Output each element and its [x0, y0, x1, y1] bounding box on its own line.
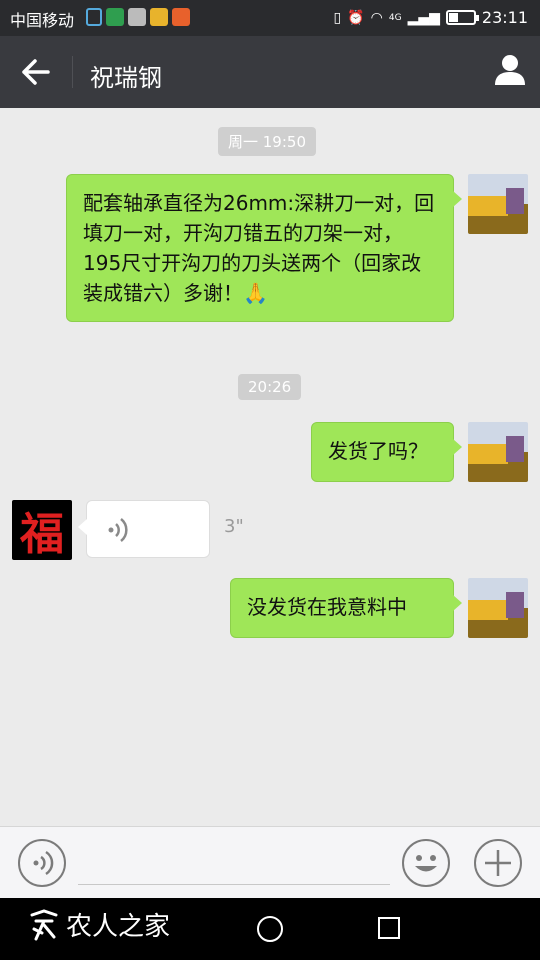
header-divider [72, 56, 73, 88]
message-text: 没发货在我意料中 [247, 595, 407, 619]
status-right: ▯ ⏰ ◠ 4G ▂▄▆ 23:11 [334, 8, 529, 27]
landscape-avatar-image [468, 422, 528, 482]
weibo-icon [150, 8, 168, 26]
timestamp: 周一 19:50 [218, 127, 316, 156]
chat-header: 祝瑞钢 [0, 36, 540, 108]
vibrate-icon: ▯ [333, 9, 342, 26]
emoji-icon[interactable] [402, 839, 450, 887]
voice-icon [108, 518, 128, 542]
voice-icon[interactable] [18, 839, 66, 887]
voice-duration: 3" [224, 516, 244, 537]
plus-icon[interactable] [474, 839, 522, 887]
message-text: 发货了吗？ [328, 439, 428, 463]
timestamp: 20:26 [238, 374, 302, 400]
emoji-pray-icon: 🙏 [243, 281, 268, 305]
message-bubble-sent[interactable]: 发货了吗？ [311, 422, 462, 482]
notification-icons [86, 8, 190, 26]
wifi-icon: ◠ [370, 9, 383, 26]
landscape-avatar-image [468, 174, 528, 234]
alarm-icon: ⏰ [347, 9, 365, 26]
fu-character: 福 [20, 509, 64, 560]
paw-icon [128, 8, 146, 26]
watermark: 农人之家 [26, 906, 170, 943]
battery-icon [445, 10, 479, 25]
person-icon[interactable] [492, 52, 528, 88]
watermark-logo-icon [30, 908, 58, 940]
clock: 23:11 [481, 8, 528, 27]
headset-icon [86, 8, 102, 26]
landscape-avatar-image [468, 578, 528, 638]
my-avatar[interactable] [468, 174, 528, 234]
system-nav-bar: 农人之家 [0, 898, 540, 960]
video-icon [172, 8, 190, 26]
voice-message-bubble[interactable] [78, 500, 210, 558]
contact-avatar[interactable]: 福 [12, 500, 72, 560]
signal-icon: ▂▄▆ [407, 9, 440, 26]
arrow-left-icon[interactable] [20, 54, 52, 90]
signal-label: 4G [388, 12, 402, 23]
watermark-text: 农人之家 [66, 912, 171, 942]
status-bar: 中国移动 ▯ ⏰ ◠ 4G ▂▄▆ 23:11 [0, 0, 540, 36]
input-bar [0, 826, 540, 898]
my-avatar[interactable] [468, 422, 528, 482]
my-avatar[interactable] [468, 578, 528, 638]
app-icon [106, 8, 124, 26]
message-bubble-sent[interactable]: 配套轴承直径为26mm:深耕刀一对，回填刀一对，开沟刀错五的刀架一对，195尺寸… [66, 174, 462, 322]
carrier-label: 中国移动 [10, 11, 75, 30]
message-bubble-sent[interactable]: 没发货在我意料中 [230, 578, 462, 638]
recent-apps-icon[interactable] [378, 917, 400, 939]
chat-title: 祝瑞钢 [90, 64, 162, 92]
message-input[interactable] [78, 841, 390, 885]
home-button-icon[interactable] [257, 916, 283, 942]
